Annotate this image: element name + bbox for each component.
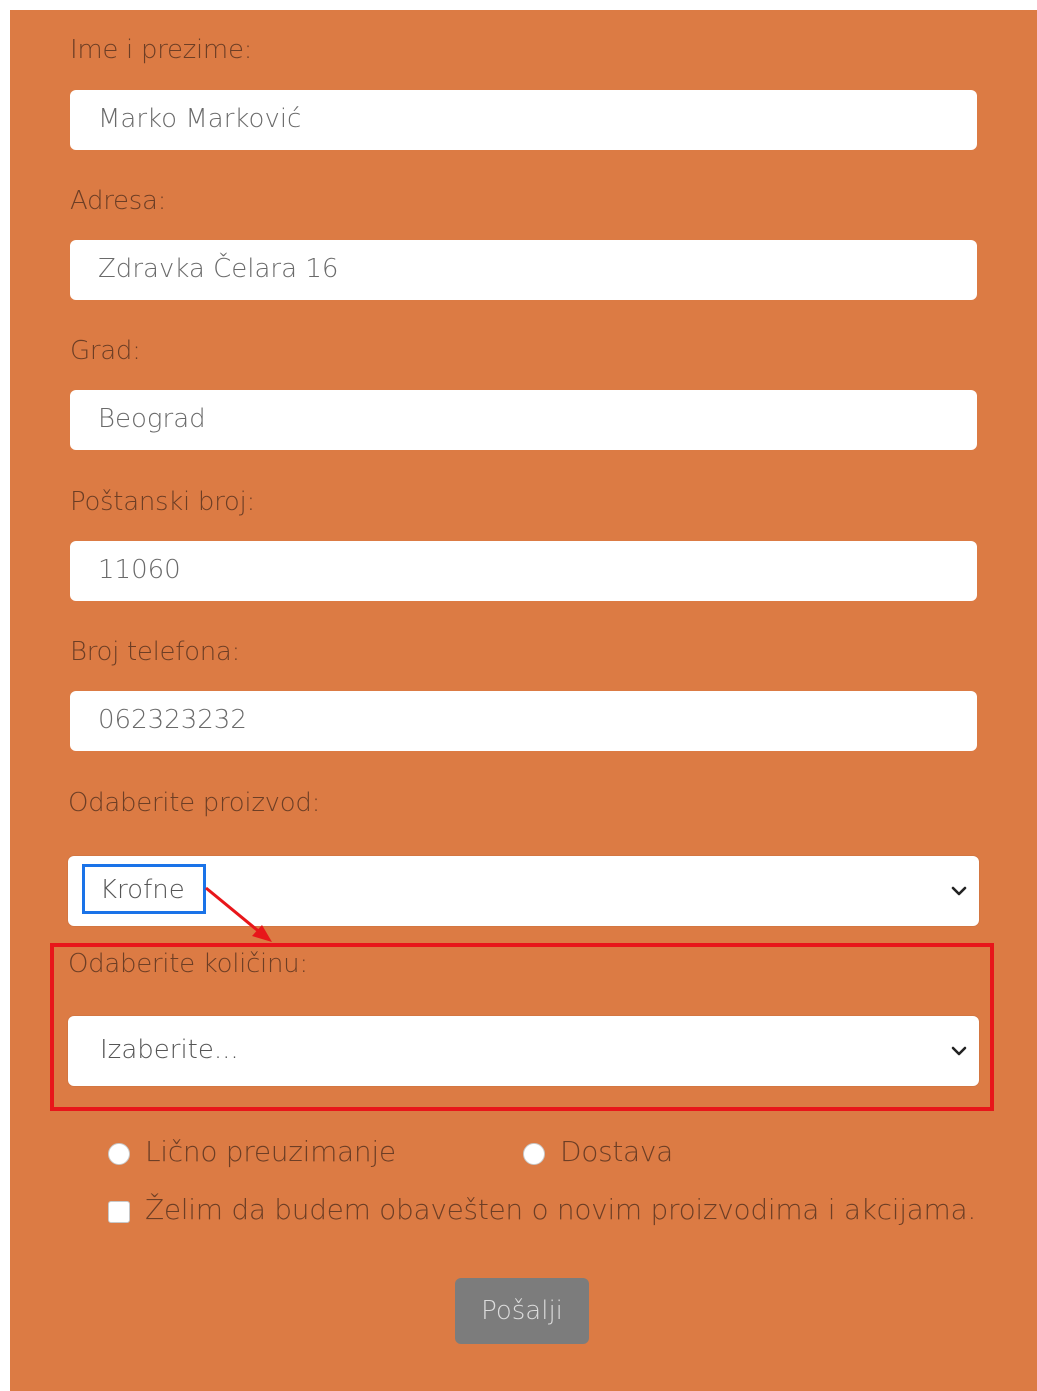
postal-code-value: 11060 <box>98 555 181 585</box>
highlight-box-product <box>82 864 206 914</box>
city-label: Grad: <box>70 336 141 366</box>
highlight-box-quantity <box>50 943 994 1111</box>
phone-value: 062323232 <box>98 705 247 735</box>
phone-field[interactable]: 062323232 <box>70 691 977 751</box>
address-value: Zdravka Čelara 16 <box>98 254 339 284</box>
pickup-label: Lično preuzimanje <box>145 1135 396 1168</box>
delivery-radio[interactable] <box>523 1143 545 1165</box>
full-name-value: Marko Marković <box>98 104 302 134</box>
submit-button[interactable]: Pošalji <box>455 1278 589 1344</box>
address-field[interactable]: Zdravka Čelara 16 <box>70 240 977 300</box>
delivery-label: Dostava <box>560 1135 674 1168</box>
phone-label: Broj telefona: <box>70 637 240 667</box>
postal-code-label: Poštanski broj: <box>70 487 255 517</box>
pickup-radio[interactable] <box>108 1143 130 1165</box>
postal-code-field[interactable]: 11060 <box>70 541 977 601</box>
newsletter-label: Želim da budem obavešten o novim proizvo… <box>145 1193 976 1226</box>
full-name-field[interactable]: Marko Marković <box>70 90 977 150</box>
newsletter-checkbox[interactable] <box>108 1201 130 1223</box>
chevron-down-icon <box>951 886 967 896</box>
product-label: Odaberite proizvod: <box>68 788 321 818</box>
address-label: Adresa: <box>70 186 167 216</box>
full-name-label: Ime i prezime: <box>70 35 253 65</box>
city-value: Beograd <box>98 404 206 434</box>
city-field[interactable]: Beograd <box>70 390 977 450</box>
